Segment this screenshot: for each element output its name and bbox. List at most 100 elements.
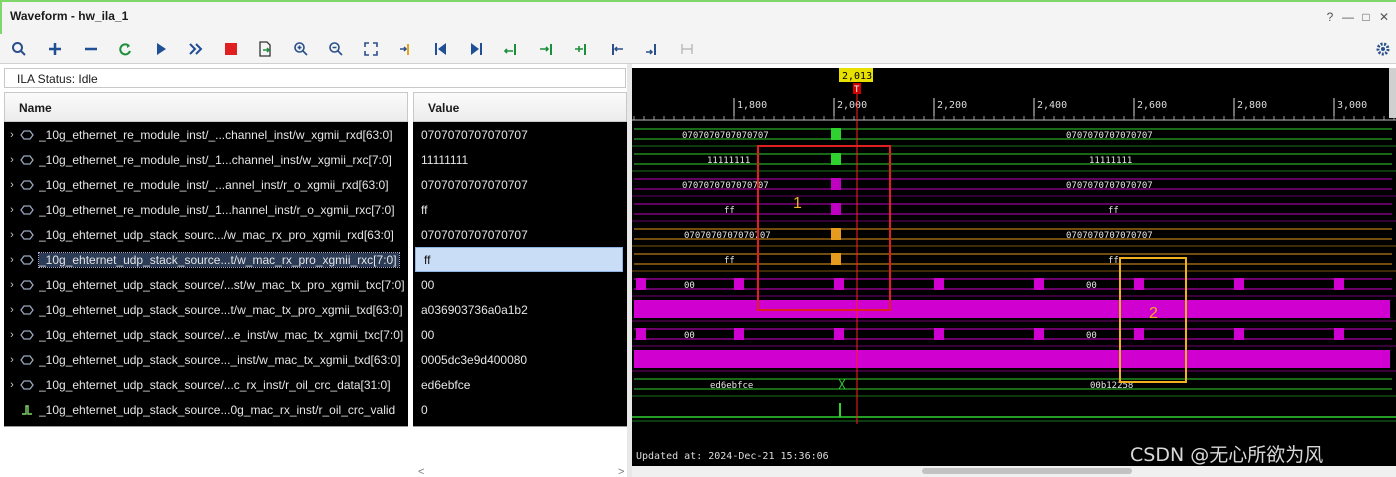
chevron-right-icon[interactable]: › — [4, 229, 20, 241]
value-column-header[interactable]: Value — [413, 92, 627, 122]
chevron-right-icon[interactable]: › — [4, 154, 20, 166]
bus-signal-icon — [20, 229, 34, 240]
trace-value-left: 11111111 — [707, 156, 750, 166]
trace-value-left: ed6ebfce — [710, 381, 753, 391]
signal-value[interactable]: ff — [415, 247, 623, 272]
signal-name: _10g_ehternet_udp_stack_sourc.../w_mac_r… — [39, 227, 394, 242]
scroll-left-icon[interactable]: < — [418, 466, 424, 477]
signal-row[interactable]: › _10g_ethernet_re_module_inst/_1...chann… — [4, 147, 408, 172]
snap-icon[interactable] — [641, 38, 663, 60]
signal-row[interactable]: _10g_ehternet_udp_stack_source...0g_mac_… — [4, 397, 408, 422]
signal-value[interactable]: 0707070707070707 — [413, 122, 627, 147]
ruler-tick-label: 2,000 — [837, 100, 867, 111]
signal-name: _10g_ehternet_udp_stack_source/...st/w_m… — [39, 277, 405, 292]
close-icon[interactable]: ✕ — [1378, 10, 1390, 24]
signal-row[interactable]: › _10g_ethernet_re_module_inst/_...channe… — [4, 122, 408, 147]
chevron-right-icon[interactable]: › — [4, 329, 20, 341]
remove-icon[interactable] — [80, 38, 102, 60]
waveform-horizontal-scrollbar[interactable] — [632, 466, 1396, 477]
signal-value[interactable]: a036903736a0a1b2 — [413, 297, 627, 322]
prev-marker-icon[interactable] — [570, 38, 592, 60]
trace-value-right: 0707070707070707 — [1066, 131, 1153, 141]
bus-transition-x — [838, 378, 846, 390]
maximize-icon[interactable]: □ — [1360, 10, 1372, 24]
trace-value-left: ff — [724, 206, 735, 216]
bus-transition-block — [636, 278, 646, 290]
signal-value[interactable]: 0707070707070707 — [413, 222, 627, 247]
trace-value-left: 00 — [684, 281, 695, 291]
signal-row[interactable]: › _10g_ehternet_udp_stack_source..._inst/… — [4, 347, 408, 372]
signal-value[interactable]: ff — [413, 197, 627, 222]
signal-value[interactable]: 00 — [413, 322, 627, 347]
signal-row[interactable]: › _10g_ehternet_udp_stack_source/...st/w_… — [4, 272, 408, 297]
add-marker-icon[interactable] — [500, 38, 522, 60]
scroll-right-icon[interactable]: > — [618, 466, 624, 477]
refresh-icon[interactable] — [114, 38, 136, 60]
bus-transition-block — [831, 178, 841, 190]
next-marker-icon[interactable] — [535, 38, 557, 60]
name-column-header[interactable]: Name — [4, 92, 408, 122]
trace-value-left: 0707070707070707 — [682, 181, 769, 191]
waveform-viewer[interactable]: 1,800 2,000 2,200 2,400 2,600 2,800 3,000 2,013… — [632, 68, 1396, 466]
bus-transition-block — [636, 328, 646, 340]
signal-value[interactable]: ed6ebfce — [413, 372, 627, 397]
bus-signal-icon — [20, 279, 34, 290]
minimize-icon[interactable]: — — [1342, 10, 1354, 24]
run-icon[interactable] — [150, 38, 172, 60]
chevron-right-icon[interactable]: › — [4, 304, 20, 316]
bus-transition-block — [834, 328, 844, 340]
stop-icon[interactable] — [220, 38, 242, 60]
help-icon[interactable]: ? — [1324, 10, 1336, 24]
signal-name: _10g_ethernet_re_module_inst/_1...hannel… — [39, 202, 395, 217]
waveform-vertical-scrollbar[interactable] — [1389, 68, 1396, 118]
signal-value[interactable]: 0005dc3e9d400080 — [413, 347, 627, 372]
disabled-icon — [676, 38, 698, 60]
trigger-marker-label: T — [854, 85, 860, 95]
bus-transition-block — [1334, 328, 1344, 340]
signal-row[interactable]: › _10g_ehternet_udp_stack_source/...e_ins… — [4, 322, 408, 347]
trace-value-left: 0707070707070707 — [682, 131, 769, 141]
signal-row[interactable]: › _10g_ehternet_udp_stack_sourc.../w_mac_… — [4, 222, 408, 247]
zoom-fit-icon[interactable] — [360, 38, 382, 60]
signal-row[interactable]: › _10g_ehternet_udp_stack_source/...c_rx_… — [4, 372, 408, 397]
chevron-right-icon[interactable]: › — [4, 129, 20, 141]
run-all-icon[interactable] — [185, 38, 207, 60]
scrollbar-thumb[interactable] — [922, 468, 1132, 474]
window-titlebar: Waveform - hw_ila_1 ? — □ ✕ — [0, 0, 1396, 34]
chevron-right-icon[interactable]: › — [4, 204, 20, 216]
export-icon[interactable] — [254, 38, 276, 60]
signal-value[interactable]: 0707070707070707 — [413, 172, 627, 197]
add-icon[interactable] — [44, 38, 66, 60]
settings-gear-icon[interactable] — [1372, 38, 1394, 60]
signal-name: _10g_ehternet_udp_stack_source..._inst/w… — [39, 352, 401, 367]
signal-row[interactable]: › _10g_ehternet_udp_stack_source...t/w_ma… — [4, 297, 408, 322]
signal-name: _10g_ehternet_udp_stack_source...t/w_mac… — [39, 302, 403, 317]
signal-row[interactable]: › _10g_ethernet_re_module_inst/_1...hanne… — [4, 197, 408, 222]
bus-transition-block — [834, 278, 844, 290]
chevron-right-icon[interactable]: › — [4, 354, 20, 366]
bus-transition-block — [831, 128, 841, 140]
zoom-in-icon[interactable] — [290, 38, 312, 60]
signal-value[interactable]: 0 — [413, 397, 627, 422]
go-to-cursor-icon[interactable] — [394, 38, 416, 60]
bit-trace-pulse — [839, 403, 841, 417]
chevron-right-icon[interactable]: › — [4, 254, 20, 266]
last-marker-icon[interactable] — [465, 38, 487, 60]
bus-transition-block — [1034, 278, 1044, 290]
search-icon[interactable] — [8, 38, 30, 60]
signal-row[interactable]: › _10g_ethernet_re_module_inst/_...annel_… — [4, 172, 408, 197]
waveform-canvas[interactable]: 1,800 2,000 2,200 2,400 2,600 2,800 3,000 2,013… — [632, 68, 1396, 466]
chevron-right-icon[interactable]: › — [4, 179, 20, 191]
value-pane-empty — [413, 426, 627, 466]
signal-value[interactable]: 00 — [413, 272, 627, 297]
swap-icon[interactable] — [606, 38, 628, 60]
signal-row[interactable]: › _10g_ehternet_udp_stack_source...t/w_ma… — [4, 247, 408, 272]
chevron-right-icon[interactable]: › — [4, 379, 20, 391]
signal-name: _10g_ethernet_re_module_inst/_...channel… — [39, 127, 393, 142]
chevron-right-icon[interactable]: › — [4, 279, 20, 291]
trace-value-right: 0707070707070707 — [1066, 181, 1153, 191]
signal-value[interactable]: 11111111 — [413, 147, 627, 172]
first-marker-icon[interactable] — [430, 38, 452, 60]
bus-transition-block — [1034, 328, 1044, 340]
zoom-out-icon[interactable] — [325, 38, 347, 60]
